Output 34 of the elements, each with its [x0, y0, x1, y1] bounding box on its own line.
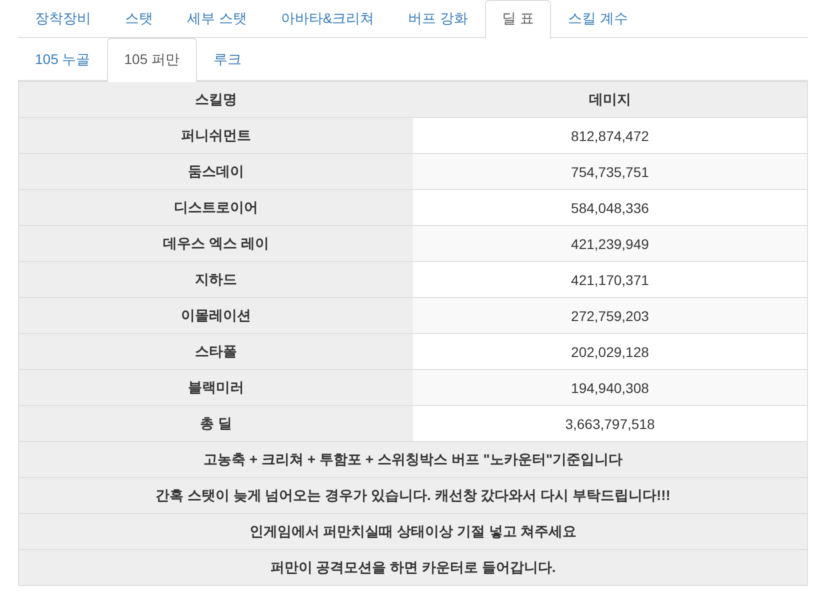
tab[interactable]: 스킬 계수: [551, 0, 645, 38]
tab[interactable]: 딜 표: [485, 0, 552, 39]
subtab[interactable]: 105 퍼만: [107, 38, 196, 82]
table-cell: 202,029,128: [412, 334, 808, 370]
table-cell: 421,170,371: [412, 262, 808, 298]
note-cell: 고농축 + 크리쳐 + 투함포 + 스위칭박스 버프 "노카운터"기준입니다: [18, 442, 808, 478]
table-cell: 둠스데이: [18, 154, 413, 190]
table-cell: 3,663,797,518: [412, 406, 808, 442]
table-cell: 421,239,949: [412, 226, 808, 262]
note-cell: 인게임에서 퍼만치실때 상태이상 기절 넣고 쳐주세요: [18, 514, 808, 550]
column-header: 데미지: [412, 82, 808, 118]
table-cell: 272,759,203: [412, 298, 808, 334]
table-cell: 블랙미러: [18, 370, 413, 406]
tab[interactable]: 장착장비: [18, 0, 108, 38]
table-cell: 데우스 엑스 레이: [18, 226, 413, 262]
table-cell: 총 딜: [18, 406, 413, 442]
column-header: 스킬명: [18, 82, 413, 118]
tab[interactable]: 아바타&크리쳐: [264, 0, 392, 38]
table-cell: 이몰레이션: [18, 298, 413, 334]
table-cell: 812,874,472: [412, 118, 808, 154]
subtab[interactable]: 루크: [196, 38, 258, 81]
table-cell: 584,048,336: [412, 190, 808, 226]
table-cell: 지하드: [18, 262, 413, 298]
table-cell: 퍼니쉬먼트: [18, 118, 413, 154]
table-cell: 스타폴: [18, 334, 413, 370]
note-cell: 퍼만이 공격모션을 하면 카운터로 들어갑니다.: [18, 550, 808, 586]
table-cell: 194,940,308: [412, 370, 808, 406]
table-cell: 754,735,751: [412, 154, 808, 190]
table-cell: 디스트로이어: [18, 190, 413, 226]
note-cell: 간혹 스탯이 늦게 넘어오는 경우가 있습니다. 캐선창 갔다와서 다시 부탁드립니다!!!: [18, 478, 808, 514]
tab[interactable]: 세부 스탯: [170, 0, 264, 38]
tab[interactable]: 스탯: [108, 0, 170, 38]
subtab[interactable]: 105 누골: [18, 38, 108, 81]
tab[interactable]: 버프 강화: [391, 0, 486, 38]
